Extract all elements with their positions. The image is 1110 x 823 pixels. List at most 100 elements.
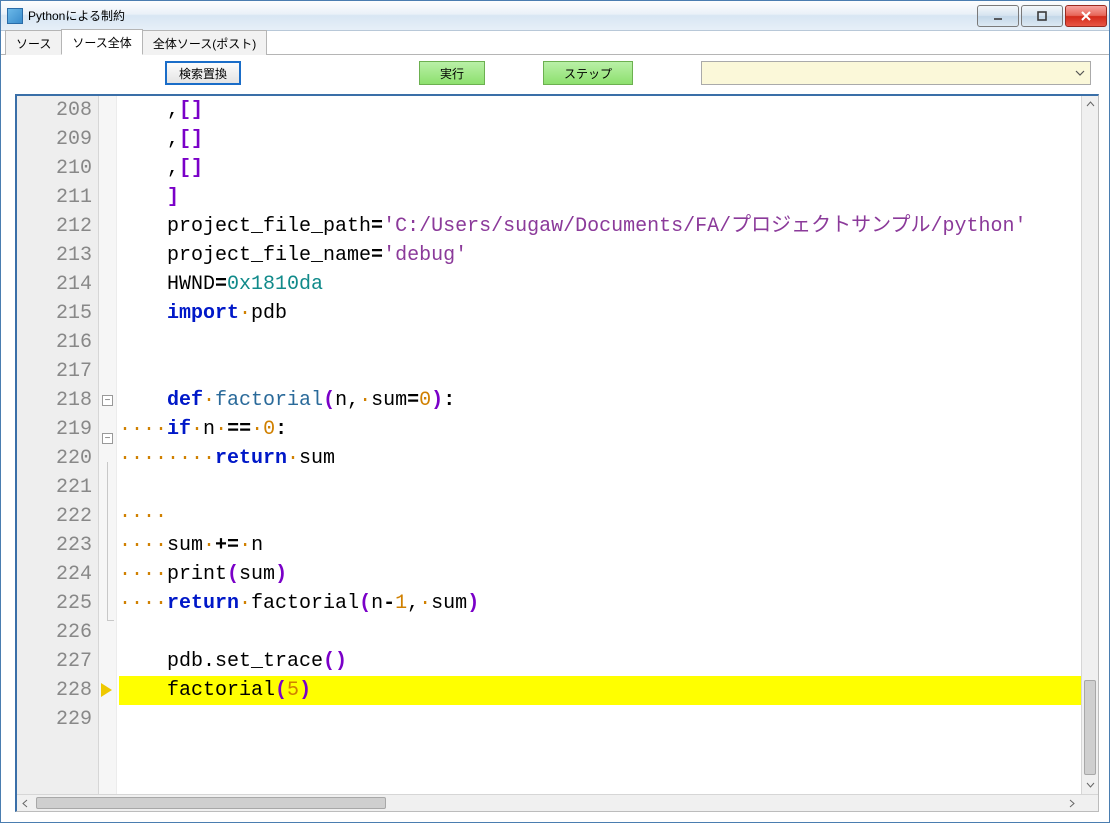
scrollbar-corner	[1081, 795, 1098, 811]
tab-source-all[interactable]: ソース全体	[61, 29, 142, 55]
run-button[interactable]: 実行	[419, 61, 485, 85]
line-number: 219	[17, 415, 98, 444]
code-line[interactable]: pdb.set_trace()	[117, 647, 1081, 676]
step-button[interactable]: ステップ	[543, 61, 633, 85]
code-line[interactable]: project_file_path='C:/Users/sugaw/Docume…	[117, 212, 1081, 241]
code-line[interactable]	[117, 705, 1081, 734]
code-line[interactable]: def·factorial(n,·sum=0):	[117, 386, 1081, 415]
line-number: 212	[17, 212, 98, 241]
scroll-right-button[interactable]	[1064, 795, 1081, 811]
tab-source-all-post[interactable]: 全体ソース(ポスト)	[142, 30, 267, 55]
fold-slot	[99, 578, 116, 607]
line-number: 221	[17, 473, 98, 502]
line-number: 224	[17, 560, 98, 589]
fold-slot	[99, 154, 116, 183]
line-number: 208	[17, 96, 98, 125]
fold-slot	[99, 694, 116, 723]
scroll-down-button[interactable]	[1082, 777, 1098, 794]
fold-slot	[99, 723, 116, 752]
code-line[interactable]: ····print(sum)	[117, 560, 1081, 589]
scroll-up-button[interactable]	[1082, 96, 1098, 113]
fold-slot	[99, 183, 116, 212]
scroll-left-button[interactable]	[17, 795, 34, 811]
code-line[interactable]: HWND=0x1810da	[117, 270, 1081, 299]
close-icon	[1080, 10, 1092, 22]
code-line[interactable]: ,[]	[117, 154, 1081, 183]
vertical-scrollbar[interactable]	[1081, 96, 1098, 794]
scroll-track[interactable]	[34, 795, 1064, 811]
line-number: 228	[17, 676, 98, 705]
minimize-icon	[992, 10, 1004, 22]
fold-slot	[99, 212, 116, 241]
line-number-gutter: 2082092102112122132142152162172182192202…	[17, 96, 99, 794]
code-line[interactable]: import·pdb	[117, 299, 1081, 328]
chevron-down-icon	[1074, 67, 1086, 79]
line-number: 227	[17, 647, 98, 676]
line-number: 214	[17, 270, 98, 299]
fold-guide-end	[107, 607, 114, 621]
code-line[interactable]	[117, 357, 1081, 386]
close-button[interactable]	[1065, 5, 1107, 27]
chevron-left-icon	[21, 799, 30, 808]
chevron-down-icon	[1086, 781, 1095, 790]
toolbar: 検索置換 実行 ステップ	[1, 55, 1109, 91]
fold-slot	[99, 491, 116, 520]
code-line[interactable]: ····if·n·==·0:	[117, 415, 1081, 444]
minimize-button[interactable]	[977, 5, 1019, 27]
fold-guide	[107, 491, 108, 520]
fold-slot	[99, 520, 116, 549]
fold-slot	[99, 462, 116, 491]
tabstrip: ソース ソース全体 全体ソース(ポスト)	[1, 31, 1109, 55]
code-line[interactable]: ····	[117, 502, 1081, 531]
code-line[interactable]: ,[]	[117, 125, 1081, 154]
fold-slot	[99, 607, 116, 636]
fold-slot	[99, 241, 116, 270]
code-line[interactable]: ]	[117, 183, 1081, 212]
window-controls	[977, 5, 1107, 27]
fold-slot	[99, 125, 116, 154]
line-number: 210	[17, 154, 98, 183]
current-line-marker-icon	[101, 683, 112, 697]
search-replace-button[interactable]: 検索置換	[165, 61, 241, 85]
toolbar-dropdown[interactable]	[701, 61, 1091, 85]
line-number: 216	[17, 328, 98, 357]
code-line[interactable]: factorial(5)	[117, 676, 1081, 705]
fold-guide	[107, 549, 108, 578]
maximize-button[interactable]	[1021, 5, 1063, 27]
fold-slot	[99, 549, 116, 578]
code-line[interactable]: ····sum·+=·n	[117, 531, 1081, 560]
fold-slot	[99, 270, 116, 299]
line-number: 229	[17, 705, 98, 734]
code-line[interactable]: ········return·sum	[117, 444, 1081, 473]
fold-slot	[99, 636, 116, 665]
maximize-icon	[1036, 10, 1048, 22]
fold-toggle-icon[interactable]: −	[102, 433, 113, 444]
code-line[interactable]	[117, 473, 1081, 502]
code-line[interactable]: project_file_name='debug'	[117, 241, 1081, 270]
line-number: 215	[17, 299, 98, 328]
line-number: 223	[17, 531, 98, 560]
code-area[interactable]: ,[] ,[] ,[] ] project_file_path='C:/User…	[117, 96, 1081, 794]
line-number: 222	[17, 502, 98, 531]
code-line[interactable]: ,[]	[117, 96, 1081, 125]
line-number: 213	[17, 241, 98, 270]
code-line[interactable]	[117, 328, 1081, 357]
line-number: 218	[17, 386, 98, 415]
scroll-track[interactable]	[1082, 113, 1098, 777]
app-icon	[7, 8, 23, 24]
line-number: 220	[17, 444, 98, 473]
fold-slot	[99, 299, 116, 328]
fold-toggle-icon[interactable]: −	[102, 395, 113, 406]
fold-slot: −	[99, 433, 116, 462]
scroll-thumb[interactable]	[36, 797, 386, 809]
code-line[interactable]: ····return·factorial(n-1,·sum)	[117, 589, 1081, 618]
horizontal-scrollbar[interactable]	[17, 794, 1098, 811]
line-number: 209	[17, 125, 98, 154]
app-window: Pythonによる制約 ソース ソース全体 全体ソース(ポスト) 検索置換 実行…	[0, 0, 1110, 823]
titlebar[interactable]: Pythonによる制約	[1, 1, 1109, 31]
line-number: 217	[17, 357, 98, 386]
fold-slot: −	[99, 395, 116, 424]
scroll-thumb[interactable]	[1084, 680, 1096, 775]
code-line[interactable]	[117, 618, 1081, 647]
tab-source[interactable]: ソース	[5, 30, 62, 55]
